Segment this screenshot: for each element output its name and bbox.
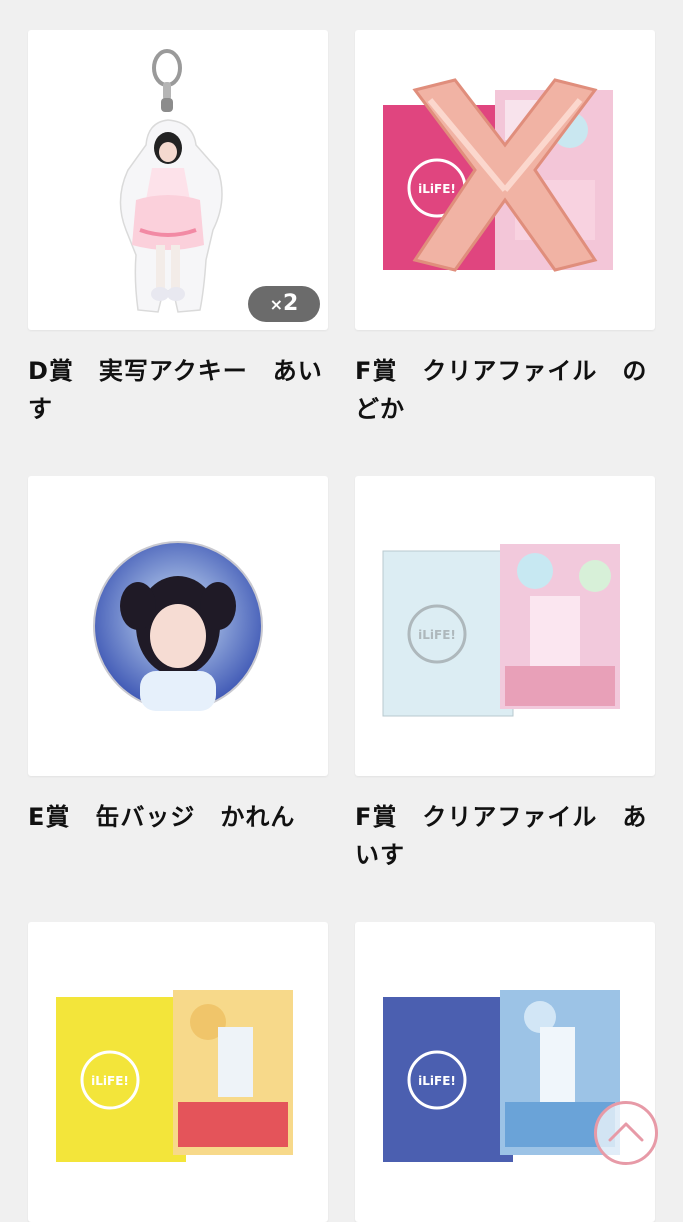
product-title[interactable]: F賞 クリアファイル あいす xyxy=(355,798,655,874)
clear-file-blue-image: iLiFE! xyxy=(383,990,620,1162)
file-logo: iLiFE! xyxy=(418,1074,456,1088)
product-image[interactable]: iLiFE! xyxy=(355,922,655,1222)
product-image[interactable]: iLiFE! xyxy=(355,30,655,330)
product-title[interactable]: F賞 クリアファイル のどか xyxy=(355,352,655,428)
clear-file-lightblue-image: iLiFE! xyxy=(382,544,620,717)
product-title[interactable]: E賞 缶バッジ かれん xyxy=(28,798,328,836)
scroll-to-top-button[interactable] xyxy=(594,1101,658,1165)
product-image[interactable]: iLiFE! xyxy=(28,922,328,1222)
file-logo: iLiFE! xyxy=(91,1074,129,1088)
chevron-up-icon xyxy=(608,1122,644,1142)
quantity-badge: ×2 xyxy=(248,286,320,322)
product-title[interactable]: D賞 実写アクキー あいす xyxy=(28,352,328,428)
acrylic-keychain-image xyxy=(119,49,223,313)
product-grid: ×2 D賞 実写アクキー あいす iLiFE! F賞 クリアファイル のどか E… xyxy=(0,0,683,1222)
can-badge-image xyxy=(93,541,263,711)
product-image[interactable]: iLiFE! xyxy=(355,476,655,776)
file-logo: iLiFE! xyxy=(418,628,456,642)
product-image[interactable] xyxy=(28,476,328,776)
clear-file-yellow-image: iLiFE! xyxy=(56,990,293,1162)
file-logo: iLiFE! xyxy=(418,182,456,196)
product-image[interactable]: ×2 xyxy=(28,30,328,330)
clear-file-pink-image: iLiFE! xyxy=(383,78,613,272)
